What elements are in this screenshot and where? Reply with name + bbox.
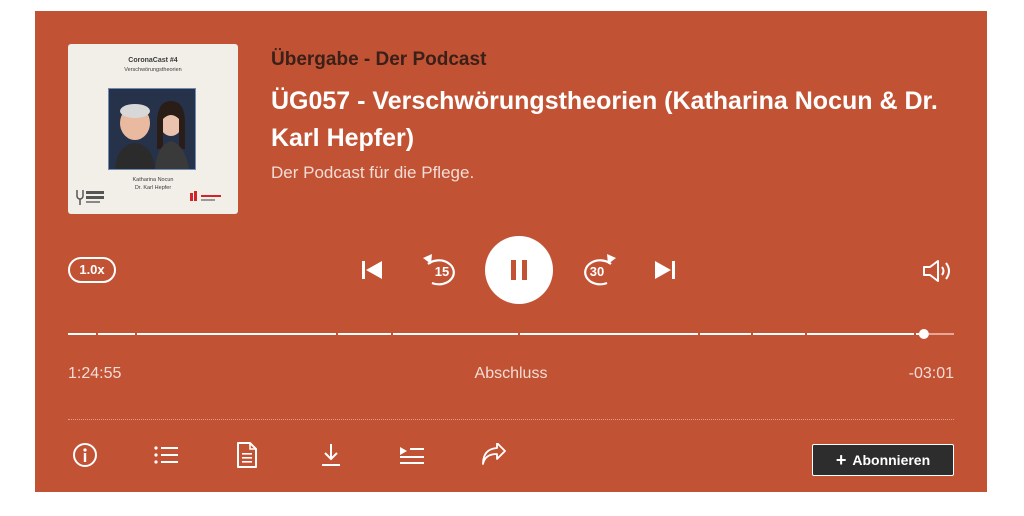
subscribe-label: Abonnieren: [852, 452, 931, 468]
plus-icon: +: [835, 450, 847, 470]
cover-subtitle: Verschwörungstheorien: [124, 67, 182, 73]
cover-art: CoronaCast #4 Verschwörungstheorien Kath…: [68, 44, 238, 214]
divider: [68, 419, 954, 420]
rewind-15-icon[interactable]: 15: [420, 252, 460, 288]
progress-bar[interactable]: [68, 327, 954, 341]
playlist-icon[interactable]: [398, 444, 426, 466]
skip-forward-icon[interactable]: [654, 260, 676, 280]
episode-description: Der Podcast für die Pflege.: [271, 163, 475, 182]
volume-icon[interactable]: [921, 258, 955, 284]
skip-back-icon[interactable]: [361, 260, 383, 280]
pause-icon: [511, 260, 527, 280]
show-title[interactable]: Übergabe - Der Podcast: [271, 49, 486, 71]
uebergabe-logo: [76, 190, 104, 205]
episode-title[interactable]: ÜG057 - Verschwörungstheorien (Katharina…: [271, 83, 961, 157]
cover-title: CoronaCast #4: [128, 57, 178, 64]
progress-handle[interactable]: [918, 329, 929, 339]
pause-button[interactable]: [485, 236, 553, 304]
cover-guest-1: Katharina Nocun: [132, 177, 174, 183]
remaining-time: -03:01: [908, 365, 954, 382]
foundation-logo: [190, 191, 221, 201]
subscribe-button[interactable]: + Abonnieren: [812, 444, 954, 476]
info-icon[interactable]: [72, 442, 98, 468]
share-icon[interactable]: [480, 443, 508, 467]
playback-speed-button[interactable]: 1.0x: [68, 257, 116, 283]
chapters-list-icon[interactable]: [153, 444, 179, 466]
forward-30-icon[interactable]: 30: [577, 252, 619, 288]
current-chapter[interactable]: Abschluss: [35, 365, 987, 383]
rewind-seconds: 15: [435, 264, 449, 279]
transcript-icon[interactable]: [236, 441, 258, 469]
forward-seconds: 30: [590, 264, 604, 279]
guest-photo: [108, 88, 196, 170]
download-icon[interactable]: [319, 441, 343, 469]
podcast-player: CoronaCast #4 Verschwörungstheorien Kath…: [35, 11, 987, 492]
